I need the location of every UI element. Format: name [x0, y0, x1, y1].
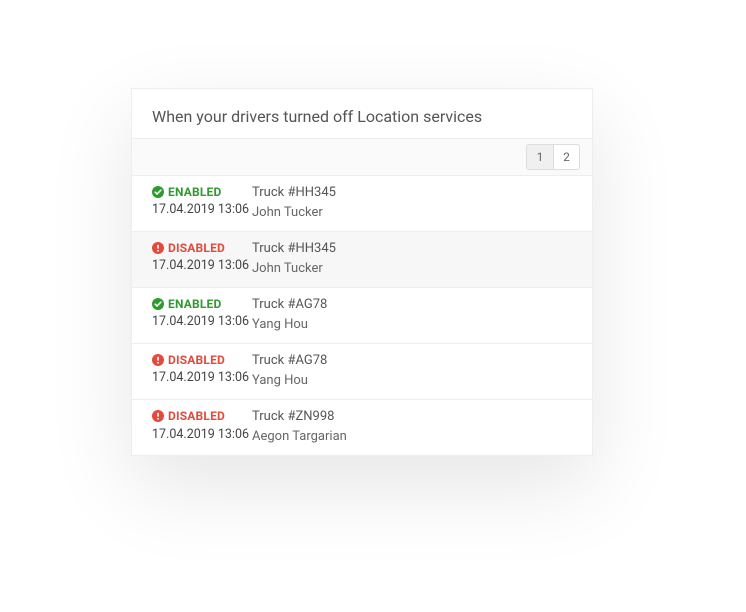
status-enabled: ENABLED [152, 296, 252, 312]
driver-name: John Tucker [252, 260, 572, 278]
driver-name: John Tucker [252, 204, 572, 222]
status-label: DISABLED [168, 241, 225, 255]
vehicle-name: Truck #ZN998 [252, 408, 572, 426]
check-circle-icon [152, 186, 164, 198]
event-row: DISABLED 17.04.2019 13:06Truck #AG78 Yang … [132, 344, 592, 400]
status-disabled: DISABLED [152, 408, 252, 424]
event-row: DISABLED 17.04.2019 13:06Truck #ZN998 Aego… [132, 400, 592, 455]
vehicle-name: Truck #AG78 [252, 296, 572, 314]
vehicle-name: Truck #AG78 [252, 352, 572, 370]
event-meta: DISABLED 17.04.2019 13:06 [152, 408, 252, 445]
event-meta: ENABLED 17.04.2019 13:06 [152, 296, 252, 333]
pagination-bar: 12 [132, 138, 592, 176]
event-subject: Truck #HH345 John Tucker [252, 184, 572, 221]
event-subject: Truck #ZN998 Aegon Targarian [252, 408, 572, 445]
check-circle-icon [152, 298, 164, 310]
card-title: When your drivers turned off Location se… [132, 89, 592, 138]
timestamp: 17.04.2019 13:06 [152, 314, 252, 331]
event-meta: ENABLED 17.04.2019 13:06 [152, 184, 252, 221]
driver-name: Yang Hou [252, 372, 572, 390]
alert-circle-icon [152, 242, 164, 254]
timestamp: 17.04.2019 13:06 [152, 202, 252, 219]
timestamp: 17.04.2019 13:06 [152, 427, 252, 444]
pagination: 12 [526, 144, 580, 170]
page-button-1[interactable]: 1 [527, 145, 553, 169]
event-row: ENABLED 17.04.2019 13:06Truck #AG78 Yang H… [132, 288, 592, 344]
vehicle-name: Truck #HH345 [252, 240, 572, 258]
status-label: ENABLED [168, 297, 221, 311]
alert-circle-icon [152, 410, 164, 422]
timestamp: 17.04.2019 13:06 [152, 258, 252, 275]
status-label: ENABLED [168, 185, 221, 199]
timestamp: 17.04.2019 13:06 [152, 370, 252, 387]
alert-circle-icon [152, 354, 164, 366]
driver-name: Aegon Targarian [252, 428, 572, 446]
status-label: DISABLED [168, 353, 225, 367]
driver-name: Yang Hou [252, 316, 572, 334]
event-subject: Truck #HH345 John Tucker [252, 240, 572, 277]
event-row: ENABLED 17.04.2019 13:06Truck #HH345 John … [132, 176, 592, 232]
status-enabled: ENABLED [152, 184, 252, 200]
event-meta: DISABLED 17.04.2019 13:06 [152, 240, 252, 277]
status-disabled: DISABLED [152, 352, 252, 368]
status-disabled: DISABLED [152, 240, 252, 256]
event-subject: Truck #AG78 Yang Hou [252, 352, 572, 389]
event-row: DISABLED 17.04.2019 13:06Truck #HH345 John… [132, 232, 592, 288]
event-meta: DISABLED 17.04.2019 13:06 [152, 352, 252, 389]
page-button-2[interactable]: 2 [553, 145, 579, 169]
vehicle-name: Truck #HH345 [252, 184, 572, 202]
event-subject: Truck #AG78 Yang Hou [252, 296, 572, 333]
event-list: ENABLED17.04.2019 13:06Truck #HH345John … [132, 176, 592, 455]
location-events-card: When your drivers turned off Location se… [131, 88, 593, 456]
status-label: DISABLED [168, 409, 225, 423]
